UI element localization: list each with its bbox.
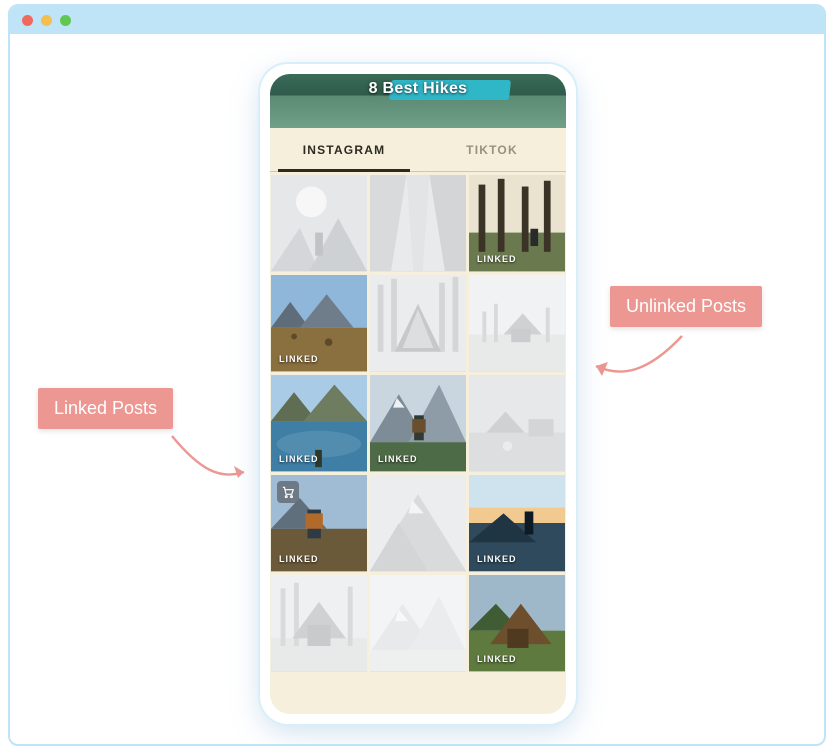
post-cell[interactable]: LINKED [271,375,367,472]
post-cell[interactable]: LINKED [469,475,565,572]
post-cell[interactable] [370,175,466,272]
post-cell[interactable]: LINKED [271,275,367,372]
post-cell[interactable]: LINKED [469,175,565,272]
canvas: Linked Posts Unlinked Posts 8 Best Hikes… [10,34,824,744]
post-cell[interactable]: LINKED [469,575,565,672]
ridge-scene [370,475,466,571]
callout-linked-posts: Linked Posts [38,388,173,429]
post-cell[interactable]: LINKED [271,475,367,572]
camp-scene [469,375,565,471]
window-zoom-dot[interactable] [60,15,71,26]
callout-unlinked-posts: Unlinked Posts [610,286,762,327]
aframe-scene [370,275,466,371]
tab-tiktok[interactable]: TIKTOK [418,128,566,171]
post-cell[interactable] [370,575,466,672]
cabin-fog-scene [469,275,565,371]
canyon-scene [370,175,466,271]
callout-unlinked-label: Unlinked Posts [626,296,746,316]
feed-tabs: INSTAGRAM TIKTOK [270,128,566,172]
post-cell[interactable] [271,575,367,672]
cart-icon [277,481,299,503]
hero-title: 8 Best Hikes [270,74,566,128]
linked-badge: LINKED [279,554,319,564]
window-minimize-dot[interactable] [41,15,52,26]
tab-instagram[interactable]: INSTAGRAM [270,128,418,171]
callout-linked-label: Linked Posts [54,398,157,418]
arrow-linked-icon [160,430,260,500]
linked-badge: LINKED [279,354,319,364]
linked-badge: LINKED [477,654,517,664]
window-close-dot[interactable] [22,15,33,26]
post-cell[interactable] [271,175,367,272]
snow-scene [370,575,466,671]
post-cell[interactable] [469,275,565,372]
post-cell[interactable] [469,375,565,472]
linked-badge: LINKED [279,454,319,464]
post-cell[interactable] [370,475,466,572]
browser-titlebar [10,6,824,34]
post-cell[interactable] [370,275,466,372]
linked-badge: LINKED [378,454,418,464]
browser-window: Linked Posts Unlinked Posts 8 Best Hikes… [8,4,826,746]
phone-frame: 8 Best Hikes INSTAGRAMTIKTOK LINKEDLINKE… [260,64,576,724]
hero-banner: 8 Best Hikes [270,74,566,128]
phone-screen: 8 Best Hikes INSTAGRAMTIKTOK LINKEDLINKE… [270,74,566,714]
linked-badge: LINKED [477,254,517,264]
tab-label: TIKTOK [466,143,518,157]
post-grid: LINKED LINKED LINKED LINKED LINKED LINKED LINK… [270,172,566,714]
barn-scene [271,575,367,671]
linked-badge: LINKED [477,554,517,564]
sun-hiker-scene [271,175,367,271]
post-cell[interactable]: LINKED [370,375,466,472]
arrow-unlinked-icon [586,330,696,400]
tab-label: INSTAGRAM [303,143,386,157]
